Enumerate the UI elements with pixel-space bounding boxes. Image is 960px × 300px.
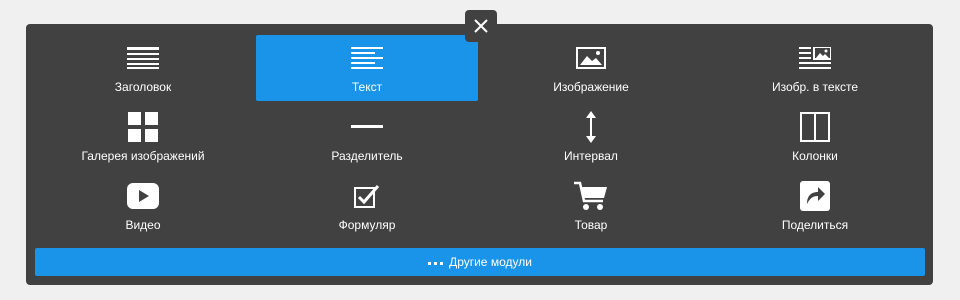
module-label: Текст xyxy=(351,80,383,94)
module-label: Колонки xyxy=(792,149,838,163)
module-label: Видео xyxy=(125,218,161,232)
module-label: Разделитель xyxy=(331,149,403,163)
columns-icon xyxy=(800,112,830,142)
module-label: Товар xyxy=(574,218,608,232)
text-lines-icon xyxy=(351,43,383,73)
dots-icon xyxy=(428,262,444,265)
more-modules-label: Другие модули xyxy=(449,255,532,269)
module-label: Поделиться xyxy=(781,218,849,232)
image-text-icon xyxy=(799,43,831,73)
module-tile-spacing[interactable]: Интервал xyxy=(480,104,702,170)
play-icon xyxy=(127,181,159,211)
gallery-grid-icon xyxy=(128,112,158,142)
close-button[interactable] xyxy=(465,10,497,42)
module-tile-text[interactable]: Текст xyxy=(256,35,478,101)
module-label: Галерея изображений xyxy=(81,149,205,163)
close-icon xyxy=(474,19,488,33)
cart-icon xyxy=(574,181,608,211)
module-label: Формуляр xyxy=(338,218,396,232)
module-tile-divider[interactable]: Разделитель xyxy=(256,104,478,170)
image-icon xyxy=(576,43,606,73)
module-label: Изобр. в тексте xyxy=(771,80,859,94)
share-arrow-icon xyxy=(800,181,830,211)
checkbox-icon xyxy=(354,181,380,211)
module-tile-gallery[interactable]: Галерея изображений xyxy=(32,104,254,170)
module-tile-video[interactable]: Видео xyxy=(32,173,254,239)
module-tile-form[interactable]: Формуляр xyxy=(256,173,478,239)
module-picker-panel: Заголовок Текст Изображение Изобр. в тек… xyxy=(26,24,933,285)
module-tile-columns[interactable]: Колонки xyxy=(704,104,926,170)
heading-lines-icon xyxy=(127,43,159,73)
module-tile-image-in-text[interactable]: Изобр. в тексте xyxy=(704,35,926,101)
divider-line-icon xyxy=(351,112,383,142)
vertical-arrows-icon xyxy=(584,111,598,143)
module-label: Заголовок xyxy=(114,80,172,94)
module-tile-image[interactable]: Изображение xyxy=(480,35,702,101)
module-tile-heading[interactable]: Заголовок xyxy=(32,35,254,101)
module-grid: Заголовок Текст Изображение Изобр. в тек… xyxy=(32,35,928,239)
more-modules-button[interactable]: Другие модули xyxy=(35,248,925,276)
module-label: Изображение xyxy=(553,80,629,94)
module-label: Интервал xyxy=(564,149,618,163)
module-tile-share[interactable]: Поделиться xyxy=(704,173,926,239)
module-tile-product[interactable]: Товар xyxy=(480,173,702,239)
